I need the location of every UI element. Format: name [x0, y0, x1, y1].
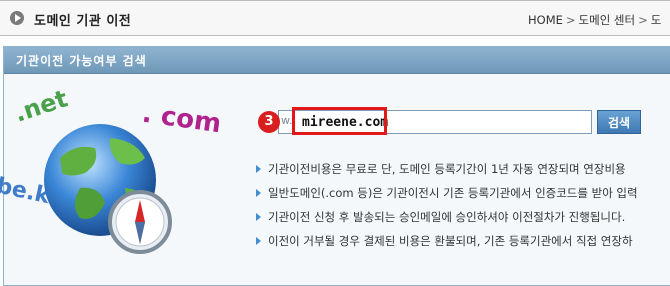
breadcrumb-current[interactable]: 도 — [651, 13, 662, 27]
globe-icon — [44, 124, 172, 254]
note-item: 기관이전비용은 무료로 단, 도메인 등록기간이 1년 자동 연장되며 연장비용 — [256, 161, 638, 185]
compass-icon — [108, 190, 172, 254]
search-button[interactable]: 검색 — [597, 110, 641, 134]
breadcrumb-separator: > — [638, 13, 648, 27]
page-title: 도메인 기관 이전 — [34, 14, 132, 29]
breadcrumb-domain-center[interactable]: 도메인 센터 — [579, 13, 636, 27]
note-item: 이전이 거부될 경우 결제된 비용은 환불되며, 기존 등록기관에서 직접 연장… — [256, 233, 638, 257]
notes-list: 기관이전비용은 무료로 단, 도메인 등록기간이 1년 자동 연장되며 연장비용… — [256, 161, 638, 257]
step-badge: 3 — [258, 111, 280, 133]
note-item: 일반도메인(.com 등)은 기관이전시 기존 등록기관에서 인증코드를 받아 … — [256, 185, 638, 209]
breadcrumb-separator: > — [565, 13, 576, 27]
note-item: 기관이전 신청 후 발송되는 승인메일에 승인하셔야 이전절차가 진행됩니다. — [256, 209, 638, 233]
breadcrumb-home[interactable]: HOME — [528, 13, 563, 27]
panel-title: 기관이전 가능여부 검색 — [16, 54, 147, 68]
domain-search-input[interactable] — [294, 111, 592, 133]
page-header: 도메인 기관 이전 HOME > 도메인 센터 > 도 — [0, 0, 670, 36]
search-prefix: w. — [281, 114, 293, 127]
panel-header: 기관이전 가능여부 검색 — [4, 47, 670, 74]
breadcrumb: HOME > 도메인 센터 > 도 — [528, 12, 661, 28]
play-circle-icon — [10, 11, 24, 25]
